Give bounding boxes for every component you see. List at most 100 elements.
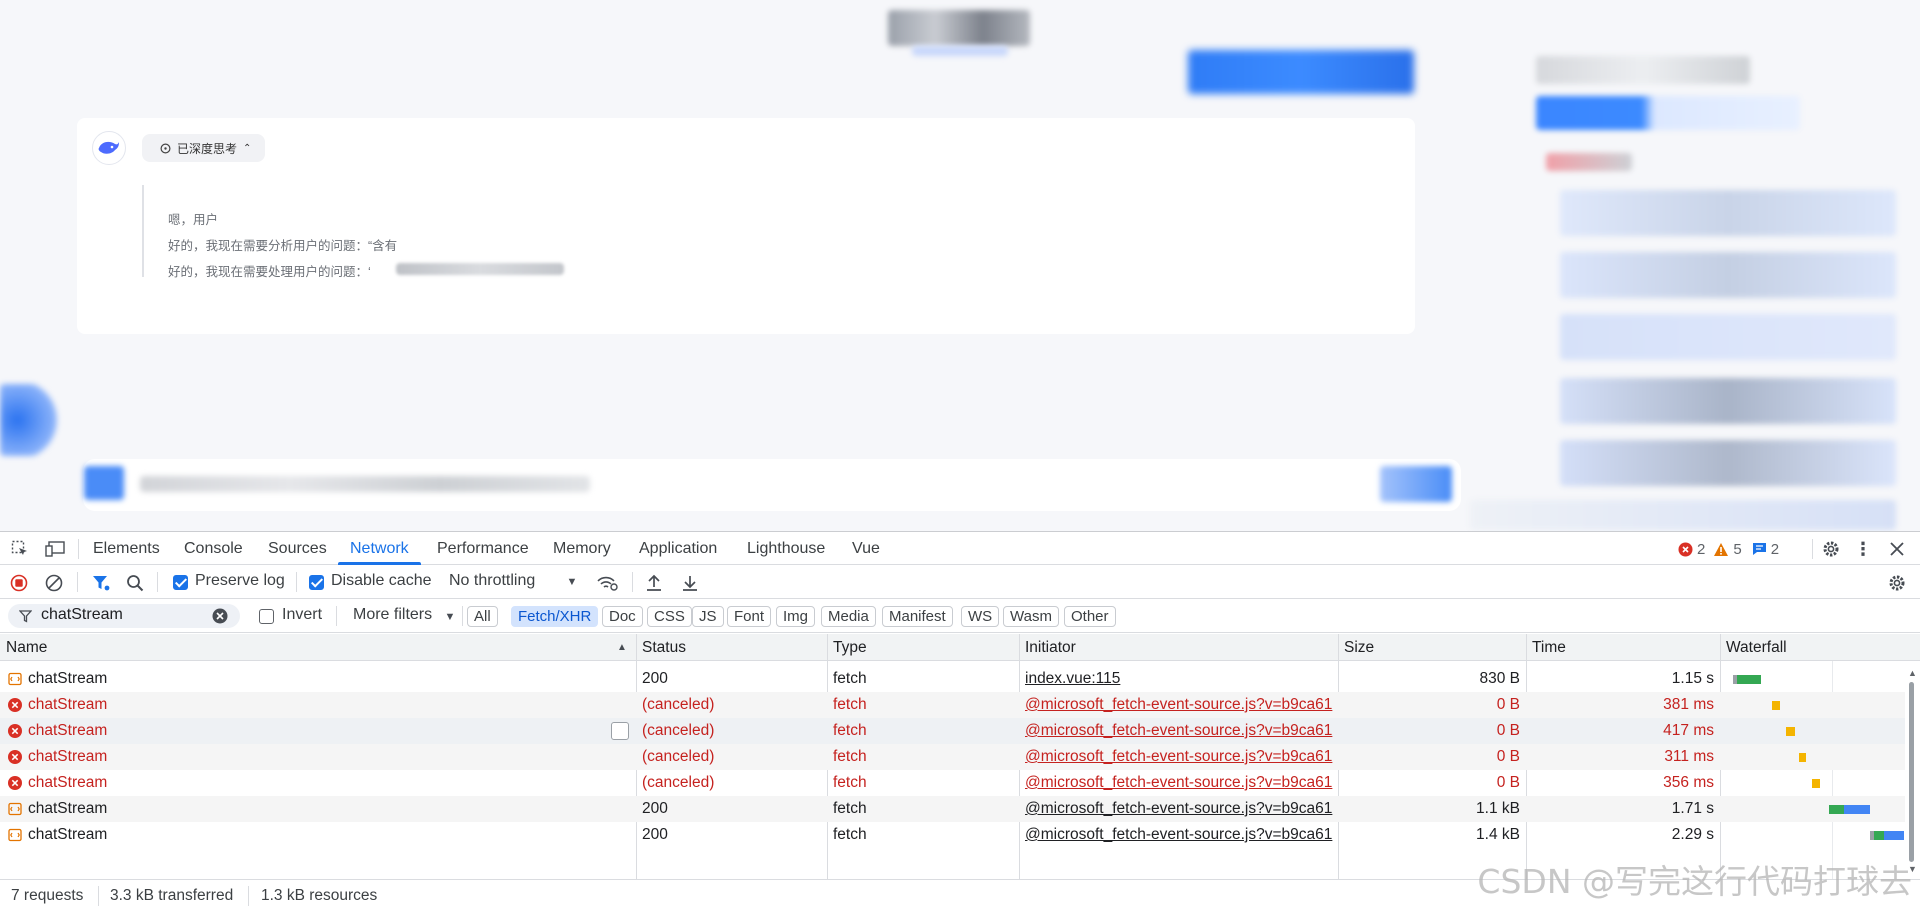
clear-icon[interactable] <box>45 574 63 592</box>
tab-performance[interactable]: Performance <box>437 532 529 565</box>
request-name[interactable]: chatStream <box>28 770 608 796</box>
request-name[interactable]: chatStream <box>28 744 608 770</box>
column-name[interactable]: Name <box>0 634 47 661</box>
request-size: 1.1 kB <box>1476 800 1520 817</box>
request-initiator-link[interactable]: @microsoft_fetch-event-source.js?v=b9ca6… <box>1025 744 1337 770</box>
waterfall-bar <box>1829 805 1844 814</box>
table-row[interactable]: chatStream (canceled) fetch @microsoft_fetc… <box>0 718 1905 744</box>
request-size: 0 B <box>1496 774 1520 791</box>
tab-memory[interactable]: Memory <box>553 532 611 565</box>
request-error-icon <box>8 698 22 712</box>
tab-lighthouse[interactable]: Lighthouse <box>747 532 825 565</box>
column-status[interactable]: Status <box>636 634 686 661</box>
request-name[interactable]: chatStream <box>28 666 608 692</box>
type-filter-fetch-xhr[interactable]: Fetch/XHR <box>511 606 599 627</box>
warning-icon <box>1714 542 1729 556</box>
sort-ascending-icon: ▲ <box>617 641 627 653</box>
watermark: CSDN @写完这行代码打球去 <box>1477 862 1912 901</box>
blurred-send-button[interactable] <box>1380 466 1452 502</box>
stop-recording-icon[interactable] <box>10 574 28 592</box>
network-settings-gear-icon[interactable] <box>1886 572 1908 594</box>
type-filter-css[interactable]: CSS <box>647 606 692 627</box>
type-filter-wasm[interactable]: Wasm <box>1003 606 1059 627</box>
tab-vue[interactable]: Vue <box>852 532 880 565</box>
blurred-thinking-text <box>396 263 564 275</box>
network-toolbar: Preserve log Disable cache No throttling… <box>0 566 1920 599</box>
waterfall-bar <box>1772 701 1780 710</box>
blurred-sidebar-label <box>1546 153 1632 171</box>
more-filters-dropdown[interactable]: More filters <box>353 606 432 624</box>
type-filter-media[interactable]: Media <box>821 606 876 627</box>
request-name[interactable]: chatStream <box>28 796 608 822</box>
request-initiator-link[interactable]: @microsoft_fetch-event-source.js?v=b9ca6… <box>1025 718 1337 744</box>
filter-input[interactable]: chatStream <box>8 604 240 628</box>
request-name[interactable]: chatStream <box>28 692 608 718</box>
device-toolbar-icon[interactable] <box>44 539 66 559</box>
close-devtools-icon[interactable] <box>1886 538 1908 560</box>
column-waterfall[interactable]: Waterfall <box>1720 634 1787 661</box>
copy-response-icon[interactable] <box>611 722 629 740</box>
whale-logo-icon <box>98 141 119 154</box>
request-initiator-link[interactable]: index.vue:115 <box>1025 666 1337 692</box>
request-time: 2.29 s <box>1671 826 1714 843</box>
request-initiator-link[interactable]: @microsoft_fetch-event-source.js?v=b9ca6… <box>1025 822 1337 848</box>
tab-elements[interactable]: Elements <box>93 532 160 565</box>
table-row[interactable]: chatStream 200 fetch @microsoft_fetch-event… <box>0 796 1905 822</box>
request-name[interactable]: chatStream <box>28 822 608 848</box>
column-time[interactable]: Time <box>1526 634 1566 661</box>
tab-console[interactable]: Console <box>184 532 243 565</box>
blurred-sidebar-header <box>1536 56 1750 84</box>
type-filter-font[interactable]: Font <box>727 606 772 627</box>
inspect-element-icon[interactable] <box>10 539 30 559</box>
invert-checkbox[interactable] <box>259 609 274 624</box>
tab-application[interactable]: Application <box>639 532 717 565</box>
request-type: fetch <box>833 800 867 817</box>
column-initiator[interactable]: Initiator <box>1019 634 1076 661</box>
request-status: 200 <box>642 800 668 817</box>
type-filter-js[interactable]: JS <box>692 606 724 627</box>
type-filter-other[interactable]: Other <box>1064 606 1116 627</box>
type-filter-all[interactable]: All <box>467 606 498 627</box>
deep-thinking-toggle[interactable]: 已深度思考 ⌃ <box>142 134 266 162</box>
type-filter-manifest[interactable]: Manifest <box>882 606 953 627</box>
type-filter-doc[interactable]: Doc <box>602 606 643 627</box>
request-time: 417 ms <box>1663 722 1714 739</box>
tab-sources[interactable]: Sources <box>268 532 327 565</box>
column-type[interactable]: Type <box>827 634 867 661</box>
column-size[interactable]: Size <box>1338 634 1374 661</box>
request-status: (canceled) <box>642 748 715 765</box>
issues-counter[interactable]: 2 5 2 <box>1678 540 1779 558</box>
table-row[interactable]: chatStream 200 fetch index.vue:115 830 B 1.15… <box>0 666 1905 692</box>
caret-down-icon: ▼ <box>566 576 578 588</box>
search-icon[interactable] <box>126 574 144 592</box>
network-conditions-icon[interactable] <box>596 573 618 593</box>
error-icon <box>1678 542 1693 556</box>
table-row[interactable]: chatStream (canceled) fetch @microsoft_fetc… <box>0 770 1905 796</box>
tab-network[interactable]: Network <box>338 532 421 565</box>
throttling-select[interactable]: No throttling <box>449 572 535 590</box>
settings-gear-icon[interactable] <box>1820 538 1842 560</box>
preserve-log-checkbox[interactable] <box>173 575 188 590</box>
table-row[interactable]: chatStream (canceled) fetch @microsoft_fetc… <box>0 744 1905 770</box>
waterfall-bar <box>1844 805 1870 814</box>
type-filter-img[interactable]: Img <box>776 606 816 627</box>
blurred-title <box>888 10 1030 46</box>
clear-filter-icon[interactable] <box>212 608 228 624</box>
blurred-sidebar-item <box>1560 190 1896 236</box>
request-initiator-link[interactable]: @microsoft_fetch-event-source.js?v=b9ca6… <box>1025 770 1337 796</box>
import-har-icon[interactable] <box>644 573 664 593</box>
type-filter-ws[interactable]: WS <box>961 606 1000 627</box>
request-name[interactable]: chatStream <box>28 718 608 744</box>
more-options-icon[interactable]: ⋮ <box>1854 538 1872 560</box>
request-initiator-link[interactable]: @microsoft_fetch-event-source.js?v=b9ca6… <box>1025 796 1337 822</box>
table-row[interactable]: chatStream 200 fetch @microsoft_fetch-event… <box>0 822 1905 848</box>
request-type: fetch <box>833 774 867 791</box>
request-type: fetch <box>833 748 867 765</box>
table-row[interactable]: chatStream (canceled) fetch @microsoft_fetc… <box>0 692 1905 718</box>
table-scrollbar[interactable]: ▲ ▼ <box>1907 668 1917 876</box>
disable-cache-checkbox[interactable] <box>309 575 324 590</box>
export-har-icon[interactable] <box>680 573 700 593</box>
atom-icon <box>160 142 171 154</box>
filter-icon[interactable] <box>92 574 110 592</box>
request-initiator-link[interactable]: @microsoft_fetch-event-source.js?v=b9ca6… <box>1025 692 1337 718</box>
